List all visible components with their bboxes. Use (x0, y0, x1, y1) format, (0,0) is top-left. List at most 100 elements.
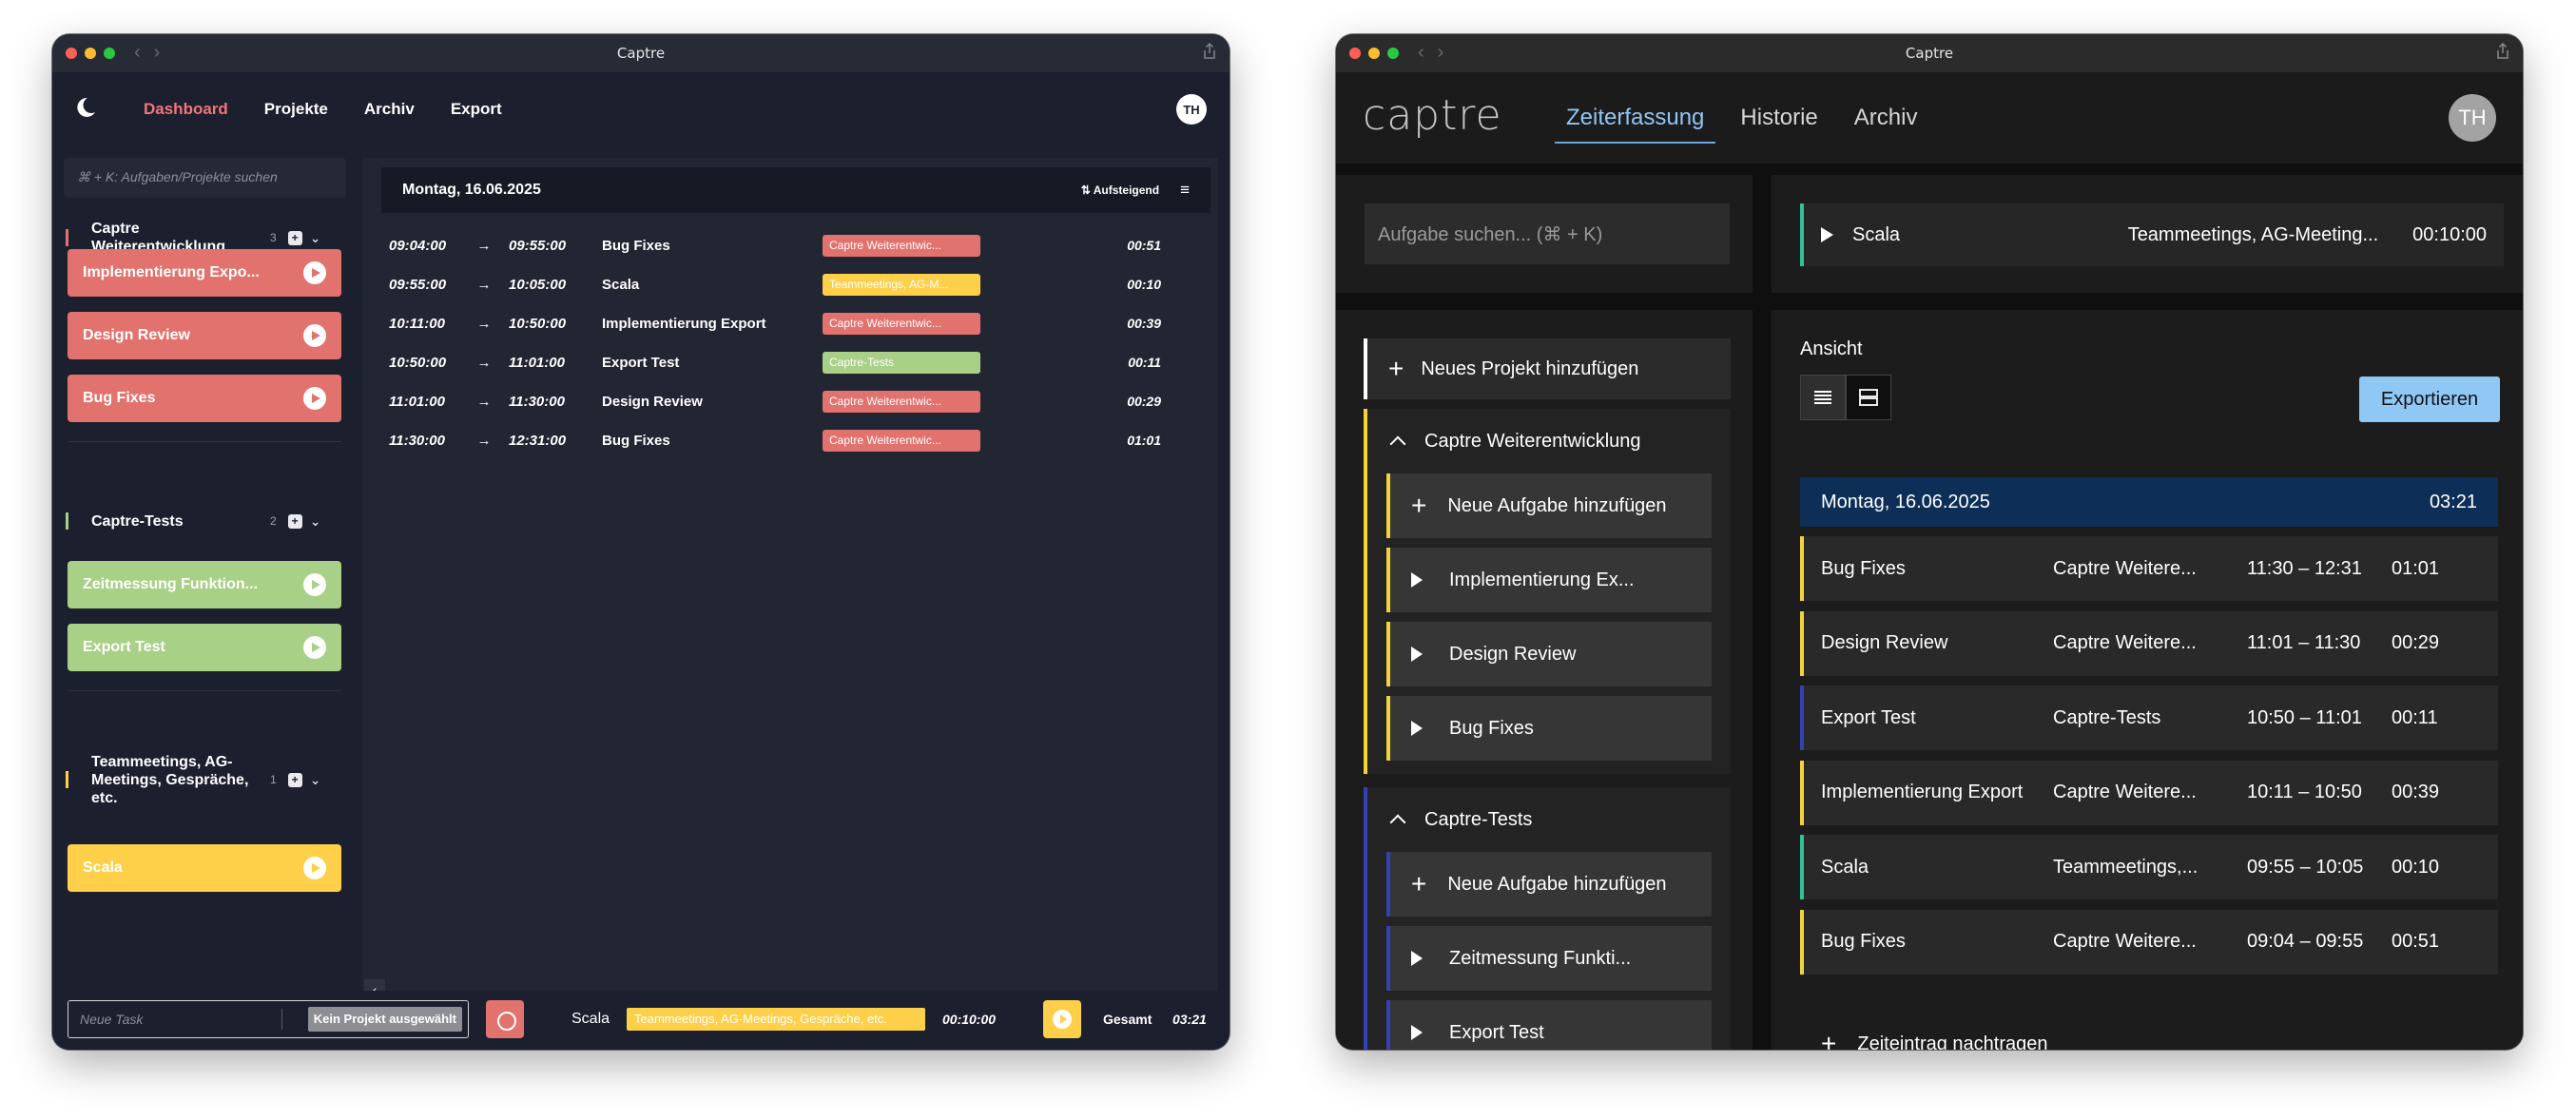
sort-toggle[interactable]: ⇅ Aufsteigend (1081, 183, 1159, 197)
project-select[interactable]: Kein Projekt ausgewählt (307, 1007, 462, 1032)
play-icon[interactable] (303, 573, 326, 596)
task-item[interactable]: Scala (68, 844, 341, 892)
task-item[interactable]: Bug Fixes (68, 375, 341, 422)
task-item[interactable]: Bug Fixes (1386, 696, 1712, 761)
table-row[interactable]: 10:50:00 → 11:01:00 Export Test Captre-Tests… (389, 349, 1207, 376)
list-item[interactable]: Bug Fixes Captre Weitere... 11:30 – 12:31 0… (1800, 536, 2498, 601)
new-task-input[interactable]: Neue Task Kein Projekt ausgewählt (68, 1000, 469, 1038)
project-group-header[interactable]: Captre-Tests (1367, 787, 1731, 852)
task-item[interactable]: Implementierung Expo... (68, 249, 341, 297)
list-item[interactable]: Scala Teammeetings,... 09:55 – 10:05 00:10 (1800, 835, 2498, 899)
end-time: 11:01 (2315, 706, 2362, 728)
play-icon[interactable] (1411, 721, 1423, 736)
add-task-button[interactable]: + Neue Aufgabe hinzufügen (1386, 852, 1712, 917)
table-row[interactable]: 11:01:00 → 11:30:00 Design Review Captre Wei… (389, 388, 1207, 415)
table-row[interactable]: 10:11:00 → 10:50:00 Implementierung Export C… (389, 310, 1207, 337)
chevron-down-icon[interactable]: ⌄ (310, 772, 321, 788)
search-input[interactable]: ⌘ + K: Aufgaben/Projekte suchen (64, 158, 346, 198)
task-item[interactable]: Zeitmessung Funkti... (1386, 926, 1712, 991)
window-title: Captre (616, 45, 666, 62)
play-icon[interactable] (303, 261, 326, 284)
task-label: Design Review (1449, 643, 1577, 665)
chevron-down-icon[interactable]: ⌄ (310, 513, 321, 530)
chevron-down-icon[interactable]: ⌄ (310, 230, 321, 246)
add-task-label: Neue Aufgabe hinzufügen (1447, 873, 1667, 895)
add-task-icon[interactable]: + (287, 230, 302, 245)
share-icon[interactable] (2496, 43, 2509, 60)
close-window-button[interactable] (66, 48, 77, 59)
back-forward-icon[interactable]: ‹› (134, 42, 173, 64)
add-task-icon[interactable]: + (287, 513, 302, 529)
project-color-bar (66, 229, 68, 246)
day-header[interactable]: Montag, 16.06.2025 03:21 (1800, 477, 2498, 527)
list-item[interactable]: Implementierung Export Captre Weitere... 1… (1800, 760, 2498, 825)
play-pause-button[interactable] (1043, 1000, 1081, 1038)
running-task[interactable]: Scala Teammeetings, AG-Meeting... 00:10:… (1800, 203, 2504, 266)
play-icon[interactable] (1411, 647, 1423, 662)
play-icon[interactable] (303, 857, 326, 879)
share-icon[interactable] (1203, 43, 1216, 60)
task-label: Design Review (83, 327, 190, 343)
task-item[interactable]: Implementierung Ex... (1386, 548, 1712, 612)
menu-icon[interactable]: ≡ (1180, 181, 1190, 200)
zoom-window-button[interactable] (1387, 48, 1399, 59)
task-item[interactable]: Export Test (1386, 1000, 1712, 1050)
table-row[interactable]: 09:55:00 → 10:05:00 Scala Teammeetings, AG-M… (389, 271, 1207, 298)
table-row[interactable]: 09:04:00 → 09:55:00 Bug Fixes Captre Weitere… (389, 232, 1207, 259)
nav-link-historie[interactable]: Historie (1729, 92, 1829, 144)
chevron-up-icon[interactable] (1389, 814, 1406, 831)
task-item[interactable]: Export Test (68, 624, 341, 671)
chevron-up-icon[interactable] (1389, 435, 1406, 453)
add-project-button[interactable]: + Neues Projekt hinzufügen (1364, 338, 1731, 399)
nav-link-archiv[interactable]: Archiv (1843, 92, 1929, 144)
window-zeiterfassung: ‹› Captre captre Zeiterfassung Historie Ar… (1336, 34, 2523, 1050)
table-row[interactable]: 11:30:00 → 12:31:00 Bug Fixes Captre Weitere… (389, 427, 1207, 454)
sort-label: Aufsteigend (1093, 183, 1160, 197)
nav-link-zeiterfassung[interactable]: Zeiterfassung (1555, 92, 1716, 144)
play-icon[interactable] (1821, 227, 1833, 242)
time-range: 09:04 – 09:55 (2247, 931, 2392, 953)
zoom-window-button[interactable] (104, 48, 115, 59)
play-icon[interactable] (1411, 572, 1423, 588)
play-icon[interactable] (1411, 1025, 1423, 1040)
nav-link-projekte[interactable]: Projekte (264, 100, 328, 119)
list-item[interactable]: Bug Fixes Captre Weitere... 09:04 – 09:55 0… (1800, 909, 2498, 975)
moon-icon[interactable] (73, 95, 98, 120)
arrow-right-icon: → (476, 432, 492, 449)
running-task-name: Scala (1852, 223, 1901, 245)
export-button[interactable]: Exportieren (2359, 377, 2500, 422)
close-window-button[interactable] (1349, 48, 1361, 59)
task-item[interactable]: Zeitmessung Funktion... (68, 561, 341, 608)
add-task-icon[interactable]: + (287, 772, 302, 787)
project-tag: Captre Weiterentwic... (823, 429, 980, 452)
list-item[interactable]: Export Test Captre-Tests 10:50 – 11:01 00:1… (1800, 686, 2498, 750)
list-item[interactable]: Design Review Captre Weitere... 11:01 – 11… (1800, 610, 2498, 676)
nav-link-dashboard[interactable]: Dashboard (144, 100, 228, 119)
entry-name: Export Test (602, 354, 680, 371)
play-icon[interactable] (303, 387, 326, 410)
history-panel: Ansicht Exportieren Montag, 16.06.2025 0… (1772, 310, 2523, 1050)
minimize-window-button[interactable] (1368, 48, 1380, 59)
play-icon[interactable] (303, 324, 326, 347)
list-view-button[interactable] (1800, 375, 1846, 420)
add-task-button[interactable]: + Neue Aufgabe hinzufügen (1386, 473, 1712, 538)
add-entry-button[interactable]: + Zeiteintrag nachtragen (1821, 1029, 2048, 1050)
arrow-right-icon: → (476, 315, 492, 332)
back-forward-icon[interactable]: ‹› (1418, 42, 1457, 64)
task-item[interactable]: Design Review (68, 312, 341, 359)
project-group-header[interactable]: Captre-Tests 2 + ⌄ (64, 500, 346, 542)
nav-link-archiv[interactable]: Archiv (364, 100, 415, 119)
nav-link-export[interactable]: Export (451, 100, 502, 119)
avatar[interactable]: TH (2449, 94, 2496, 142)
avatar[interactable]: TH (1176, 94, 1207, 125)
task-item[interactable]: Design Review (1386, 622, 1712, 686)
play-icon[interactable] (1411, 951, 1423, 966)
project-group-header[interactable]: Teammeetings, AG-Meetings, Gespräche, et… (64, 742, 346, 818)
play-icon[interactable] (303, 636, 326, 659)
titlebar: ‹› Captre (1336, 34, 2523, 72)
start-record-button[interactable] (486, 1000, 524, 1038)
search-input[interactable]: Aufgabe suchen... (⌘ + K) (1365, 203, 1730, 264)
card-view-button[interactable] (1846, 375, 1891, 420)
minimize-window-button[interactable] (85, 48, 96, 59)
project-group-header[interactable]: Captre Weiterentwicklung (1367, 409, 1731, 473)
